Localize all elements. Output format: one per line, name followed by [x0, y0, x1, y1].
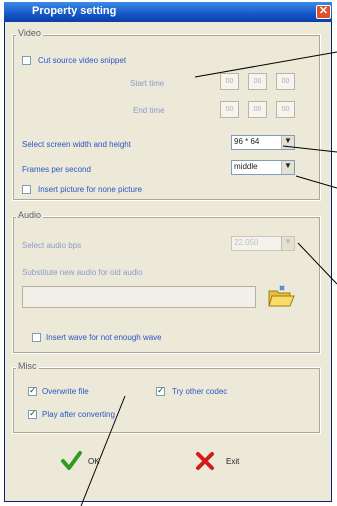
annotation-line	[282, 145, 337, 153]
annotation-line	[194, 51, 337, 78]
annotation-lines	[80, 51, 337, 506]
annotation-line	[295, 175, 337, 189]
annotation-line	[297, 242, 337, 285]
annotation-line	[80, 395, 126, 506]
